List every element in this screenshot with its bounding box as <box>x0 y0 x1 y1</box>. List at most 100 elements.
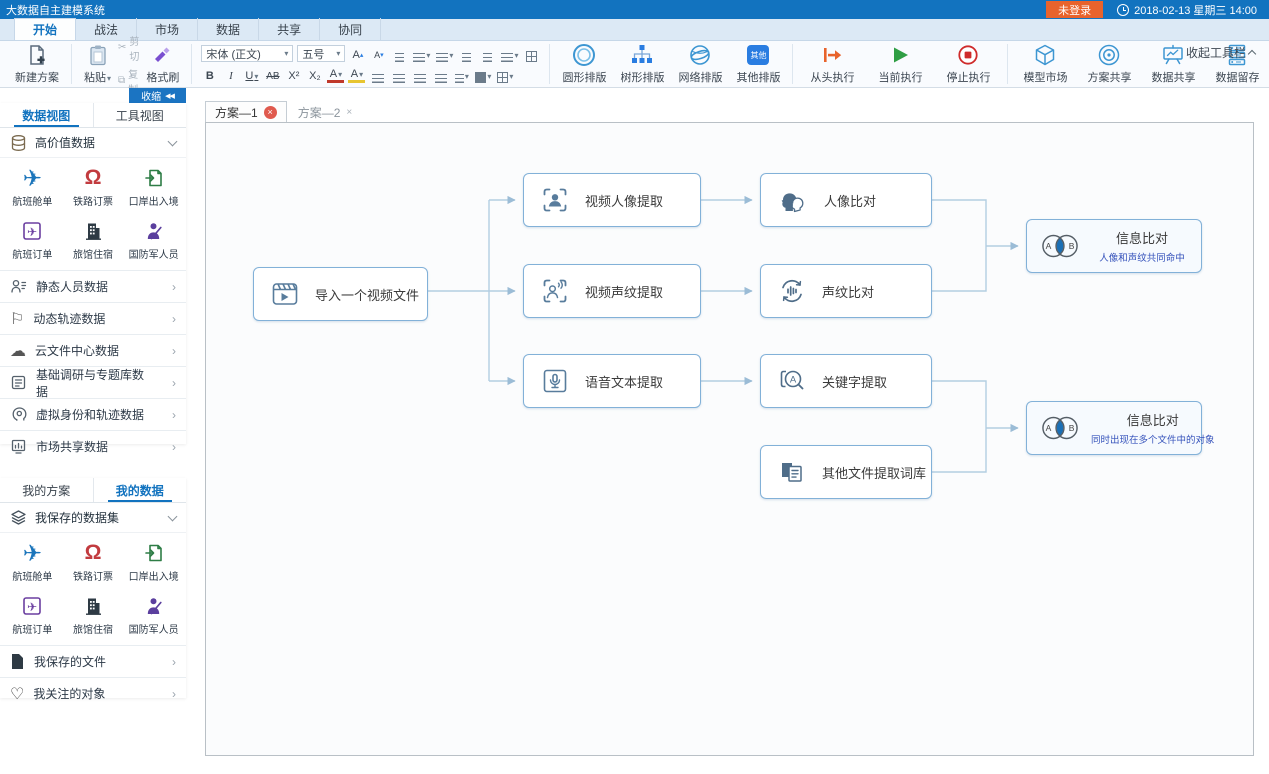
clipboard-mini-group: ✂ 剪切 ⧉ 复制 <box>118 33 139 96</box>
ribbon-tab-start[interactable]: 开始 <box>14 18 76 40</box>
svg-text:✈: ✈ <box>27 225 37 239</box>
app-title: 大数据自主建模系统 <box>6 2 105 18</box>
network-layout-button[interactable]: 网络排版 <box>671 42 729 86</box>
new-plan-button[interactable]: 新建方案 <box>8 42 66 86</box>
category-cloud-file[interactable]: ☁ 云文件中心数据 › <box>0 334 186 366</box>
italic-button[interactable]: I <box>222 67 239 83</box>
dataset-hotel-stay[interactable]: 旅馆住宿 <box>63 215 124 264</box>
node-info-compare-1[interactable]: A B 信息比对 人像和声纹共同命中 <box>1026 219 1202 273</box>
login-status-badge[interactable]: 未登录 <box>1046 1 1103 18</box>
shading-button[interactable]: ▾ <box>474 67 492 83</box>
superscript-button[interactable]: X² <box>285 67 302 83</box>
run-from-start-button[interactable]: 从头执行 <box>798 42 866 86</box>
node-video-voiceprint-extract[interactable]: 视频声纹提取 <box>523 264 701 318</box>
model-market-button[interactable]: 模型市场 <box>1013 42 1077 86</box>
high-value-data-header[interactable]: 高价值数据 <box>0 128 186 158</box>
align-center-icon <box>393 74 405 83</box>
cut-button[interactable]: ✂ 剪切 <box>118 33 139 63</box>
shrink-font-button[interactable]: A▾ <box>370 46 387 62</box>
increase-indent-button[interactable] <box>479 46 496 62</box>
align-center-button[interactable] <box>390 67 407 83</box>
ribbon-tab-data[interactable]: 数据 <box>198 18 259 40</box>
category-virtual-identity[interactable]: 虚拟身份和轨迹数据 › <box>0 398 186 430</box>
format-painter-button[interactable]: 格式刷 <box>139 42 186 86</box>
play-icon <box>888 43 912 67</box>
tab-data-view[interactable]: 数据视图 <box>0 103 93 127</box>
other-layout-button[interactable]: 其他 其他排版 <box>729 42 787 86</box>
align-left-icon <box>372 74 384 83</box>
bold-button[interactable]: B <box>201 67 218 83</box>
dataset-flight-manifest[interactable]: ✈ 航班舱单 <box>2 537 63 586</box>
dataset-border-entry[interactable]: 口岸出入境 <box>123 537 184 586</box>
borders-button[interactable]: ▾ <box>496 67 514 83</box>
dataset-flight-order[interactable]: ✈ 航班订单 <box>2 590 63 639</box>
tab-my-data[interactable]: 我的数据 <box>93 478 187 502</box>
flow-canvas[interactable]: 导入一个视频文件 视频人像提取 <box>205 122 1254 756</box>
sort-button[interactable]: ▾ <box>500 46 519 62</box>
underline-button[interactable]: U▾ <box>243 67 260 83</box>
node-keyword-extract[interactable]: A 关键字提取 <box>760 354 932 408</box>
dataset-flight-manifest[interactable]: ✈ 航班舱单 <box>2 162 63 211</box>
strikethrough-button[interactable]: AB <box>264 67 281 83</box>
dataset-rail-ticket[interactable]: Ω 铁路订票 <box>63 537 124 586</box>
close-tab-icon[interactable]: × <box>346 107 352 118</box>
stop-button[interactable]: 停止执行 <box>934 42 1002 86</box>
node-voiceprint-compare[interactable]: 声纹比对 <box>760 264 932 318</box>
font-color-button[interactable]: A▾ <box>327 67 344 83</box>
category-dynamic-track[interactable]: ⚐ 动态轨迹数据 › <box>0 302 186 334</box>
saved-datasets-header[interactable]: 我保存的数据集 <box>0 503 186 533</box>
line-spacing-button[interactable]: ▾ <box>453 67 470 83</box>
close-tab-icon[interactable]: × <box>264 106 277 119</box>
node-other-files-lexicon[interactable]: 其他文件提取词库 <box>760 445 932 499</box>
ribbon-tab-collab[interactable]: 协同 <box>320 18 381 40</box>
font-size-select[interactable]: 五号 ▾ <box>297 45 345 62</box>
tree-layout-button[interactable]: 树形排版 <box>613 42 671 86</box>
decrease-indent-button[interactable] <box>458 46 475 62</box>
chevron-down-icon <box>168 511 178 521</box>
dataset-flight-order[interactable]: ✈ 航班订单 <box>2 215 63 264</box>
ribbon-tab-market[interactable]: 市场 <box>137 18 198 40</box>
plan-tab-1[interactable]: 方案—1 × <box>205 101 287 123</box>
node-speech-text-extract[interactable]: 语音文本提取 <box>523 354 701 408</box>
node-info-compare-2[interactable]: A B 信息比对 同时出现在多个文件中的对象 <box>1026 401 1202 455</box>
run-current-button[interactable]: 当前执行 <box>866 42 934 86</box>
dataset-military-personnel[interactable]: 国防军人员 <box>123 215 184 264</box>
category-survey-library[interactable]: 基础调研与专题库数据 › <box>0 366 186 398</box>
sidebar-collapse-button[interactable]: 收缩 ◀◀ <box>129 88 186 103</box>
dataset-border-entry[interactable]: 口岸出入境 <box>123 162 184 211</box>
dataset-hotel-stay[interactable]: 旅馆住宿 <box>63 590 124 639</box>
stop-icon <box>956 43 980 67</box>
svg-text:A: A <box>790 375 797 386</box>
clear-format-button[interactable] <box>391 46 408 62</box>
dataset-military-personnel[interactable]: 国防军人员 <box>123 590 184 639</box>
line-spacing-icon <box>455 74 464 83</box>
circle-layout-button[interactable]: 圆形排版 <box>555 42 613 86</box>
subscript-button[interactable]: X₂ <box>306 67 323 83</box>
tab-my-plans[interactable]: 我的方案 <box>0 478 93 502</box>
node-video-face-extract[interactable]: 视频人像提取 <box>523 173 701 227</box>
paste-button[interactable]: 粘贴▾ <box>77 42 118 86</box>
align-right-button[interactable] <box>411 67 428 83</box>
ribbon-tab-share[interactable]: 共享 <box>259 18 320 40</box>
numbered-list-button[interactable]: ▾ <box>435 46 454 62</box>
highlight-button[interactable]: A▾ <box>348 67 365 83</box>
bullet-list-button[interactable]: ▾ <box>412 46 431 62</box>
plan-tab-2[interactable]: 方案—2 × <box>289 101 362 123</box>
node-import-video[interactable]: 导入一个视频文件 <box>253 267 428 321</box>
dropdown-caret: ▾ <box>336 49 340 58</box>
node-face-compare[interactable]: 人像比对 <box>760 173 932 227</box>
align-left-button[interactable] <box>369 67 386 83</box>
dataset-rail-ticket[interactable]: Ω 铁路订票 <box>63 162 124 211</box>
grow-font-button[interactable]: A▴ <box>349 46 366 62</box>
category-static-person[interactable]: 静态人员数据 › <box>0 270 186 302</box>
row-my-followed-objects[interactable]: ♡ 我关注的对象 › <box>0 677 186 709</box>
font-family-select[interactable]: 宋体 (正文) ▾ <box>201 45 293 62</box>
row-my-saved-files[interactable]: 我保存的文件 › <box>0 645 186 677</box>
chevron-right-icon: › <box>172 687 176 701</box>
tab-tool-view[interactable]: 工具视图 <box>93 103 187 127</box>
justify-button[interactable] <box>432 67 449 83</box>
collapse-toolbar-button[interactable]: 收起工具栏 <box>1186 44 1255 61</box>
table-button[interactable] <box>523 46 540 62</box>
plan-share-button[interactable]: 方案共享 <box>1077 42 1141 86</box>
category-market-share-data[interactable]: 市场共享数据 › <box>0 430 186 462</box>
